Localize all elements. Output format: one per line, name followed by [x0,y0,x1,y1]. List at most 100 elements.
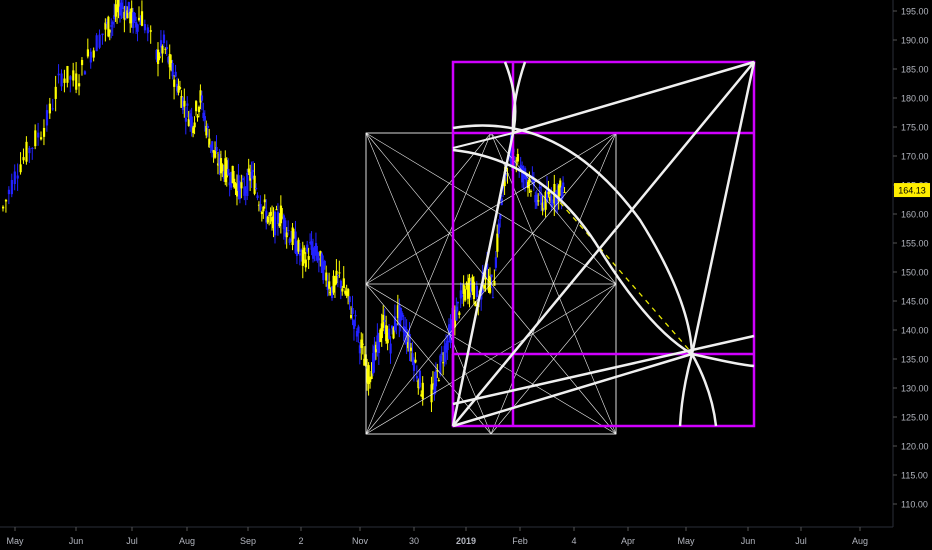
candle-body [254,188,258,190]
price-tick-label: 110.00 [901,500,928,510]
candle-body [458,312,461,316]
candle-body [51,108,54,110]
candle-body [437,380,440,382]
candle-body [193,122,196,128]
candle-body [177,85,180,93]
candle-body [146,27,149,34]
candle-body [348,296,351,303]
time-tick-label: Sep [240,536,256,546]
candle-body [203,116,207,121]
candle-body [72,70,75,81]
candle-body [143,24,147,31]
candle-body [357,326,360,334]
time-tick-label: 4 [571,536,576,546]
candle-body [328,281,331,289]
candle-body [31,148,34,150]
last-price-label: 164.13 [898,186,926,196]
candle-body [184,117,187,122]
candle-body [45,110,49,126]
candle-body [464,289,467,301]
time-tick-label: Nov [352,536,369,546]
candle-body [339,280,342,289]
candle-body [69,76,72,80]
candle-body [133,12,136,21]
candle-body [446,340,449,351]
price-tick-label: 185.00 [901,65,929,75]
fib-trend-line [452,132,514,149]
candle-body [516,153,519,162]
candle-body [108,29,111,33]
candle-body [491,297,495,299]
candle-body [161,46,164,54]
candle-body [173,79,176,87]
candle-body [409,347,413,351]
time-tick-label: Aug [179,536,195,546]
price-tick-label: 145.00 [901,297,929,307]
time-axis: May Jun Jul Aug Sep 2 Nov 30 2019 Feb 4 Apr May Jun Ju… [0,526,893,546]
candle-body [110,25,113,27]
candle-body [117,0,120,8]
candle-body [4,199,8,202]
candle-body [547,192,550,195]
fibonacci-overlay [365,60,756,435]
candle-body [121,7,125,9]
time-tick-label: 2019 [456,536,476,546]
candle-body [42,127,46,137]
candle-body [48,103,51,114]
candle-body [253,175,256,194]
candle-body [563,191,566,193]
candle-body [197,106,201,113]
candle-body [401,313,404,317]
candle-body [521,165,524,183]
candle-body [303,247,306,254]
candle-body [196,115,199,118]
candle-body [162,34,166,44]
candle-body [165,47,168,50]
candle-body [273,211,277,236]
candle-body [347,289,350,297]
price-chart[interactable]: 195.00190.00185.00180.00175.00170.00165.… [0,0,932,550]
candle-body [317,258,321,261]
candle-body [461,294,464,297]
candle-body [304,259,307,268]
candle-body [354,315,357,317]
time-tick-label: Jun [69,536,84,546]
candle-body [275,209,278,211]
fib-trend-line [512,60,755,135]
candle-body [183,100,186,107]
candle-body [395,323,398,326]
candle-body [483,285,486,289]
candle-body [335,270,338,283]
candle-body [95,35,98,52]
candle-body [279,205,283,224]
last-price-badge: 164.13 [894,183,930,198]
candle-body [190,116,193,128]
candle-body [22,157,25,161]
candle-body [107,16,110,37]
candle-body [137,17,141,21]
candle-body [206,125,209,129]
candle-body [13,171,16,185]
candle-body [7,189,11,195]
candle-body [211,141,214,152]
fib-arc [691,352,755,368]
candle-body [307,256,310,260]
candle-body [250,171,253,179]
price-tick-label: 150.00 [901,268,929,278]
candle-body [389,343,392,354]
candle-body [287,230,290,232]
price-tick-label: 195.00 [901,7,929,17]
candle-body [2,206,5,209]
time-tick-label: Jun [741,536,756,546]
candle-body [499,214,502,220]
candle-body [89,51,92,63]
candle-body [63,78,66,83]
price-tick-label: 115.00 [901,471,928,481]
candle-body [37,132,40,138]
price-tick-label: 155.00 [901,239,929,249]
candle-body [490,274,493,278]
candle-body [442,362,445,364]
fib-trend-line [452,352,693,428]
candle-body [456,301,459,304]
candle-body [260,211,264,215]
